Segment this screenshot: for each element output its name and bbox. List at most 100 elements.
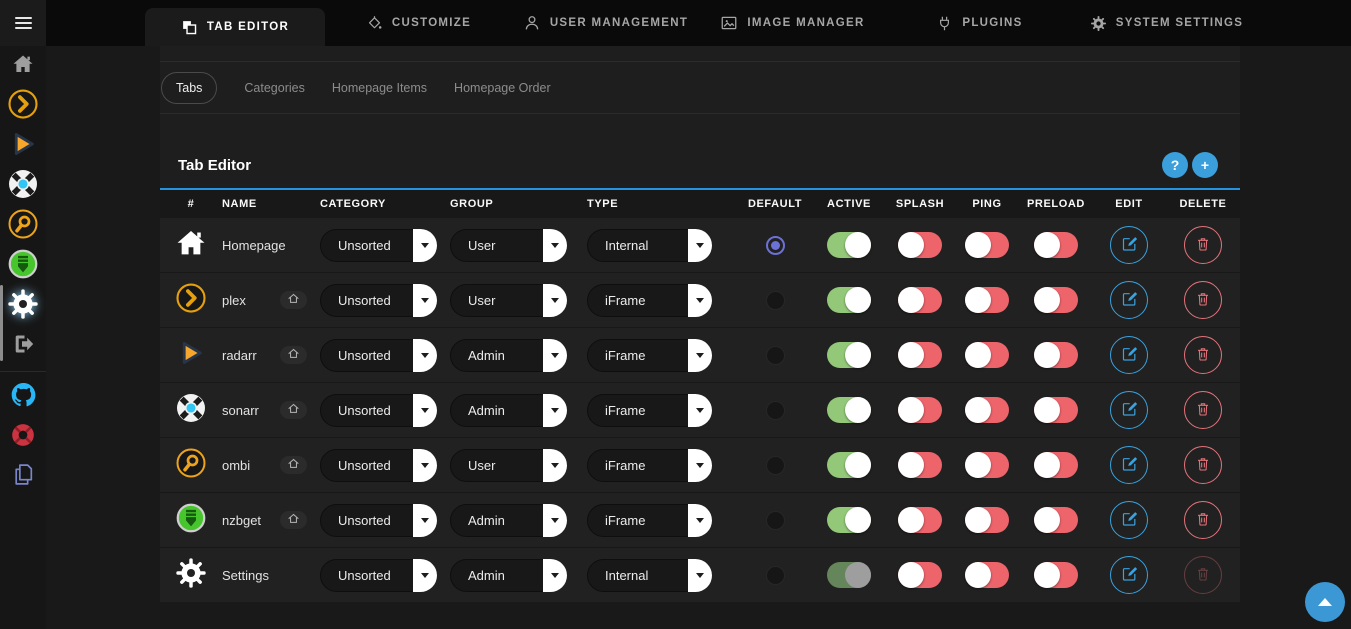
scroll-to-top-button[interactable] bbox=[1305, 582, 1345, 622]
preload-toggle[interactable] bbox=[1034, 287, 1078, 313]
nav-tab-plugins[interactable]: PLUGINS bbox=[886, 0, 1073, 46]
chevron-down-icon bbox=[413, 504, 437, 537]
menu-icon[interactable] bbox=[0, 0, 46, 46]
sidebar-item-logout[interactable] bbox=[0, 326, 46, 366]
delete-button[interactable] bbox=[1184, 226, 1222, 264]
tab-icon-cell bbox=[160, 448, 222, 483]
preload-toggle[interactable] bbox=[1034, 562, 1078, 588]
preload-toggle[interactable] bbox=[1034, 232, 1078, 258]
delete-button[interactable] bbox=[1184, 501, 1222, 539]
category-select[interactable]: Unsorted bbox=[320, 339, 437, 372]
nav-tab-user-management[interactable]: USER MANAGEMENT bbox=[512, 0, 699, 46]
group-select[interactable]: Admin bbox=[450, 394, 567, 427]
radarr-icon bbox=[9, 130, 37, 163]
nav-tab-tab-editor[interactable]: TAB EDITOR bbox=[145, 8, 325, 46]
delete-button[interactable] bbox=[1184, 446, 1222, 484]
type-select[interactable]: iFrame bbox=[587, 284, 712, 317]
ping-toggle[interactable] bbox=[965, 507, 1009, 533]
sidebar-item-home[interactable] bbox=[0, 46, 46, 86]
type-select[interactable]: Internal bbox=[587, 559, 712, 592]
category-select[interactable]: Unsorted bbox=[320, 559, 437, 592]
nav-tab-image-manager[interactable]: IMAGE MANAGER bbox=[699, 0, 886, 46]
splash-toggle[interactable] bbox=[898, 507, 942, 533]
ping-toggle[interactable] bbox=[965, 397, 1009, 423]
type-select[interactable]: iFrame bbox=[587, 449, 712, 482]
add-tab-button[interactable]: + bbox=[1192, 152, 1218, 178]
ping-toggle[interactable] bbox=[965, 562, 1009, 588]
subtab-homepage-order[interactable]: Homepage Order bbox=[454, 81, 551, 95]
preload-toggle[interactable] bbox=[1034, 507, 1078, 533]
homepage-badge bbox=[280, 511, 307, 529]
type-select[interactable]: iFrame bbox=[587, 504, 712, 537]
category-select[interactable]: Unsorted bbox=[320, 229, 437, 262]
category-select[interactable]: Unsorted bbox=[320, 284, 437, 317]
splash-toggle[interactable] bbox=[898, 562, 942, 588]
sidebar-item-support[interactable] bbox=[0, 417, 46, 457]
ping-toggle[interactable] bbox=[965, 452, 1009, 478]
sidebar-item-settings[interactable] bbox=[0, 286, 46, 326]
subtab-homepage-items[interactable]: Homepage Items bbox=[332, 81, 427, 95]
sidebar-item-pages[interactable] bbox=[0, 457, 46, 497]
default-radio[interactable] bbox=[766, 346, 785, 365]
nav-tab-customize[interactable]: CUSTOMIZE bbox=[325, 0, 512, 46]
splash-toggle[interactable] bbox=[898, 287, 942, 313]
splash-toggle[interactable] bbox=[898, 232, 942, 258]
default-radio[interactable] bbox=[766, 511, 785, 530]
category-select[interactable]: Unsorted bbox=[320, 449, 437, 482]
active-toggle[interactable] bbox=[827, 287, 871, 313]
category-select[interactable]: Unsorted bbox=[320, 504, 437, 537]
sidebar-item-radarr[interactable] bbox=[0, 126, 46, 166]
type-select[interactable]: iFrame bbox=[587, 394, 712, 427]
chevron-down-icon bbox=[688, 394, 712, 427]
edit-button[interactable] bbox=[1110, 556, 1148, 594]
group-select[interactable]: User bbox=[450, 284, 567, 317]
sidebar-item-nzbget[interactable] bbox=[0, 246, 46, 286]
sidebar-item-ombi[interactable] bbox=[0, 206, 46, 246]
ping-toggle[interactable] bbox=[965, 342, 1009, 368]
default-radio[interactable] bbox=[766, 291, 785, 310]
splash-toggle[interactable] bbox=[898, 342, 942, 368]
active-toggle[interactable] bbox=[827, 562, 871, 588]
default-radio[interactable] bbox=[766, 401, 785, 420]
active-toggle[interactable] bbox=[827, 507, 871, 533]
default-radio[interactable] bbox=[766, 456, 785, 475]
preload-toggle[interactable] bbox=[1034, 452, 1078, 478]
ping-toggle[interactable] bbox=[965, 287, 1009, 313]
delete-button[interactable] bbox=[1184, 336, 1222, 374]
default-radio[interactable] bbox=[766, 566, 785, 585]
type-select[interactable]: iFrame bbox=[587, 339, 712, 372]
preload-toggle[interactable] bbox=[1034, 342, 1078, 368]
group-select[interactable]: Admin bbox=[450, 559, 567, 592]
splash-toggle[interactable] bbox=[898, 452, 942, 478]
nav-tab-system-settings[interactable]: SYSTEM SETTINGS bbox=[1073, 0, 1260, 46]
default-radio[interactable] bbox=[766, 236, 785, 255]
sidebar-item-sonarr[interactable] bbox=[0, 166, 46, 206]
edit-button[interactable] bbox=[1110, 336, 1148, 374]
delete-button[interactable] bbox=[1184, 391, 1222, 429]
edit-button[interactable] bbox=[1110, 501, 1148, 539]
type-select[interactable]: Internal bbox=[587, 229, 712, 262]
active-toggle[interactable] bbox=[827, 452, 871, 478]
active-toggle[interactable] bbox=[827, 232, 871, 258]
splash-toggle[interactable] bbox=[898, 397, 942, 423]
group-select[interactable]: Admin bbox=[450, 504, 567, 537]
group-select[interactable]: User bbox=[450, 229, 567, 262]
category-value: Unsorted bbox=[338, 348, 391, 363]
help-button[interactable]: ? bbox=[1162, 152, 1188, 178]
edit-button[interactable] bbox=[1110, 281, 1148, 319]
category-select[interactable]: Unsorted bbox=[320, 394, 437, 427]
group-select[interactable]: Admin bbox=[450, 339, 567, 372]
subtab-tabs[interactable]: Tabs bbox=[161, 72, 217, 104]
subtab-categories[interactable]: Categories bbox=[244, 81, 304, 95]
active-toggle[interactable] bbox=[827, 397, 871, 423]
ping-toggle[interactable] bbox=[965, 232, 1009, 258]
edit-button[interactable] bbox=[1110, 226, 1148, 264]
active-toggle[interactable] bbox=[827, 342, 871, 368]
delete-button[interactable] bbox=[1184, 281, 1222, 319]
edit-button[interactable] bbox=[1110, 391, 1148, 429]
edit-button[interactable] bbox=[1110, 446, 1148, 484]
group-select[interactable]: User bbox=[450, 449, 567, 482]
sidebar-item-plex[interactable] bbox=[0, 86, 46, 126]
sidebar-item-github[interactable] bbox=[0, 377, 46, 417]
preload-toggle[interactable] bbox=[1034, 397, 1078, 423]
